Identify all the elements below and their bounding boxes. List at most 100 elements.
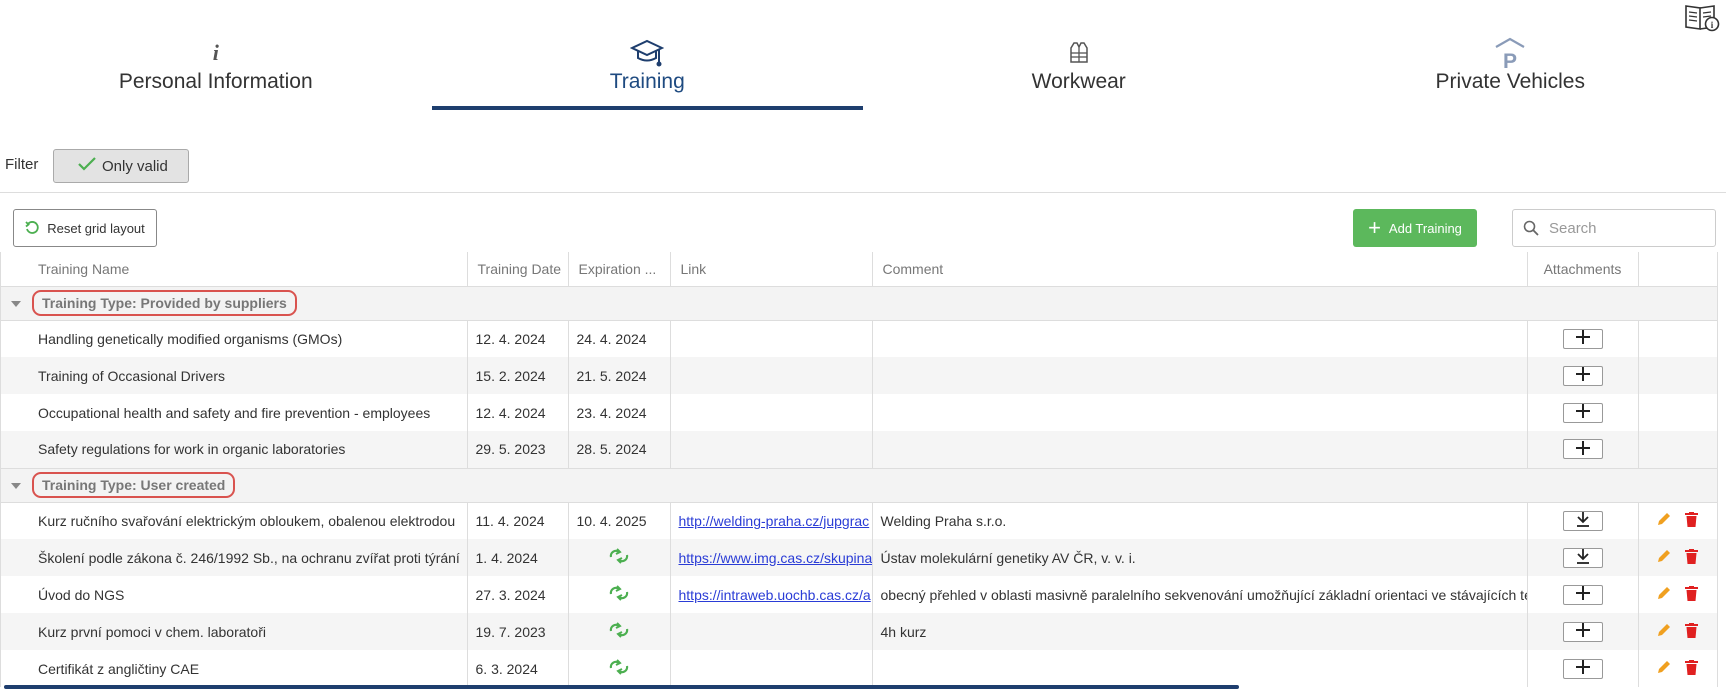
recurring-icon xyxy=(608,622,630,641)
tab-personal-information[interactable]: i Personal Information xyxy=(0,36,432,112)
column-header-comment[interactable]: Comment xyxy=(872,252,1528,287)
download-icon xyxy=(1575,548,1591,567)
table-row[interactable]: Školení podle zákona č. 246/1992 Sb., na… xyxy=(1,539,1718,576)
group-label: Training Type: Provided by suppliers xyxy=(32,290,297,316)
only-valid-toggle[interactable]: Only valid xyxy=(53,149,189,183)
table-row[interactable]: Safety regulations for work in organic l… xyxy=(1,431,1718,468)
add-attachment-button[interactable] xyxy=(1562,402,1603,423)
edit-icon[interactable] xyxy=(1657,623,1671,640)
expiration-cell: 21. 5. 2024 xyxy=(568,357,671,394)
search-icon xyxy=(1523,220,1539,236)
comment-cell: obecný přehled v oblasti masivně paralel… xyxy=(872,576,1528,613)
edit-icon[interactable] xyxy=(1657,586,1671,603)
table-row[interactable]: Úvod do NGS 27. 3. 2024 https://intraweb.u… xyxy=(1,576,1718,613)
comment-cell xyxy=(872,394,1528,431)
group-label: Training Type: User created xyxy=(32,472,236,498)
tab-label: Personal Information xyxy=(118,70,313,93)
training-date-cell: 6. 3. 2024 xyxy=(467,650,569,687)
column-header-link[interactable]: Link xyxy=(670,252,873,287)
training-name-cell: Úvod do NGS xyxy=(1,576,468,613)
training-name-cell: Handling genetically modified organisms … xyxy=(1,320,468,357)
download-attachment-button[interactable] xyxy=(1562,510,1603,531)
download-icon xyxy=(1575,511,1591,530)
link-cell xyxy=(670,613,873,650)
comment-cell xyxy=(872,650,1528,687)
attachments-cell xyxy=(1527,613,1639,650)
table-row[interactable]: Kurz ručního svařování elektrickým oblou… xyxy=(1,502,1718,539)
plus-icon xyxy=(1575,659,1591,678)
link-cell: http://welding-praha.cz/jupgrac xyxy=(670,502,873,539)
actions-cell xyxy=(1638,539,1718,576)
table-row[interactable]: Training of Occasional Drivers 15. 2. 202… xyxy=(1,357,1718,394)
comment-cell: Ústav molekulární genetiky AV ČR, v. v. … xyxy=(872,539,1528,576)
reset-grid-layout-button[interactable]: Reset grid layout xyxy=(13,209,157,247)
add-attachment-button[interactable] xyxy=(1562,658,1603,679)
table-row[interactable]: Kurz první pomoci v chem. laboratoři 19. … xyxy=(1,613,1718,650)
filter-label: Filter xyxy=(5,156,39,173)
user-manual-icon[interactable]: i xyxy=(1684,2,1720,32)
training-grid: Reset grid layout + Add Training Trainin… xyxy=(0,192,1726,694)
tab-private-vehicles[interactable]: P Private Vehicles xyxy=(1295,36,1726,112)
collapse-caret-icon[interactable] xyxy=(11,483,21,490)
download-attachment-button[interactable] xyxy=(1562,547,1603,568)
add-training-button[interactable]: + Add Training xyxy=(1353,209,1477,247)
actions-cell xyxy=(1638,394,1718,431)
tab-training[interactable]: Training xyxy=(431,36,864,112)
link-cell: https://www.img.cas.cz/skupina xyxy=(670,539,873,576)
group-row[interactable]: Training Type: User created xyxy=(1,467,1718,503)
group-row[interactable]: Training Type: Provided by suppliers xyxy=(1,285,1718,321)
delete-icon[interactable] xyxy=(1684,622,1698,641)
add-attachment-button[interactable] xyxy=(1562,584,1603,605)
column-header-attachments[interactable]: Attachments xyxy=(1527,252,1639,287)
only-valid-label: Only valid xyxy=(102,157,168,175)
delete-icon[interactable] xyxy=(1684,548,1698,567)
comment-cell xyxy=(872,357,1528,394)
table-row[interactable]: Occupational health and safety and fire … xyxy=(1,394,1718,431)
column-header-expiration[interactable]: Expiration ... xyxy=(568,252,671,287)
delete-icon[interactable] xyxy=(1684,511,1698,530)
horizontal-scrollbar[interactable] xyxy=(4,685,1239,689)
attachments-cell xyxy=(1527,357,1639,394)
recurring-icon xyxy=(608,585,630,604)
actions-cell xyxy=(1638,431,1718,468)
recurring-icon xyxy=(608,548,630,567)
edit-icon[interactable] xyxy=(1657,549,1671,566)
training-link[interactable]: https://intraweb.uochb.cas.cz/a xyxy=(679,587,871,603)
delete-icon[interactable] xyxy=(1684,585,1698,604)
reset-icon xyxy=(25,221,39,234)
search-box[interactable] xyxy=(1512,209,1716,247)
training-link[interactable]: http://welding-praha.cz/jupgrac xyxy=(679,513,870,529)
actions-cell xyxy=(1638,357,1718,394)
add-attachment-button[interactable] xyxy=(1562,328,1603,349)
table-row[interactable]: Handling genetically modified organisms … xyxy=(1,320,1718,357)
edit-icon[interactable] xyxy=(1657,660,1671,677)
training-date-cell: 15. 2. 2024 xyxy=(467,357,569,394)
add-training-label: Add Training xyxy=(1388,220,1462,236)
attachments-cell xyxy=(1527,650,1639,687)
comment-cell xyxy=(872,431,1528,468)
table-row[interactable]: Certifikát z angličtiny CAE 6. 3. 2024 xyxy=(1,650,1718,687)
plus-icon xyxy=(1575,329,1591,348)
delete-icon[interactable] xyxy=(1684,659,1698,678)
training-date-cell: 1. 4. 2024 xyxy=(467,539,569,576)
training-name-cell: Školení podle zákona č. 246/1992 Sb., na… xyxy=(1,539,468,576)
parking-icon: P xyxy=(1295,36,1726,70)
add-attachment-button[interactable] xyxy=(1562,439,1603,460)
attachments-cell xyxy=(1527,320,1639,357)
add-attachment-button[interactable] xyxy=(1562,621,1603,642)
collapse-caret-icon[interactable] xyxy=(11,301,21,308)
plus-icon xyxy=(1575,440,1591,459)
expiration-cell: 28. 5. 2024 xyxy=(568,431,671,468)
add-attachment-button[interactable] xyxy=(1562,365,1603,386)
expiration-cell: 24. 4. 2024 xyxy=(568,320,671,357)
training-link[interactable]: https://www.img.cas.cz/skupina xyxy=(679,550,872,566)
tab-workwear[interactable]: Workwear xyxy=(863,36,1295,112)
edit-icon[interactable] xyxy=(1657,512,1671,529)
column-header-training-date[interactable]: Training Date xyxy=(467,252,569,287)
expiration-cell xyxy=(568,613,671,650)
grid-table: Training Name Training Date Expiration .… xyxy=(0,252,1718,687)
training-date-cell: 27. 3. 2024 xyxy=(467,576,569,613)
search-input[interactable] xyxy=(1549,219,1709,237)
attachments-cell xyxy=(1527,576,1639,613)
column-header-training-name[interactable]: Training Name xyxy=(1,252,468,287)
